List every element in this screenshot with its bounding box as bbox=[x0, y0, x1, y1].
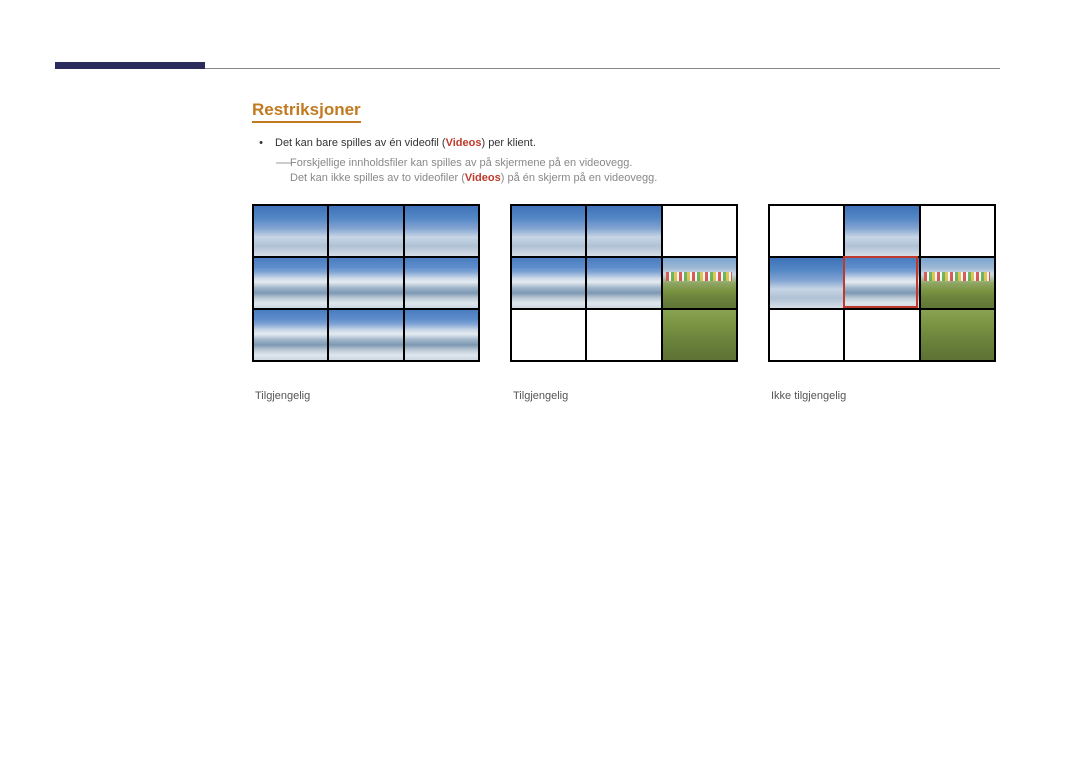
bullet-item: • Det kan bare spilles av én videofil (V… bbox=[252, 137, 1010, 149]
grid-col-1: Tilgjengelig bbox=[252, 204, 480, 402]
grid-cell bbox=[663, 206, 736, 256]
caption-available-1: Tilgjengelig bbox=[252, 390, 480, 402]
videowall-grid-available-2 bbox=[510, 204, 738, 362]
grid-cell bbox=[770, 206, 843, 256]
grid-cell bbox=[845, 310, 918, 360]
grid-row: Tilgjengelig Tilgjengelig bbox=[252, 204, 1010, 402]
grid-cell bbox=[663, 310, 736, 360]
grid-cell bbox=[770, 310, 843, 360]
bullet-prefix: Det kan bare spilles av én videofil ( bbox=[275, 137, 446, 149]
sub2-prefix: Det kan ikke spilles av to videofiler ( bbox=[290, 172, 465, 184]
bullet-dot: • bbox=[255, 137, 267, 149]
grid-cell bbox=[587, 310, 660, 360]
header-blue-marker bbox=[55, 62, 205, 69]
grid-cell bbox=[845, 206, 918, 256]
grid-cell bbox=[587, 258, 660, 308]
section-heading: Restriksjoner bbox=[252, 100, 361, 123]
grid-cell bbox=[329, 310, 402, 360]
grid-col-3: Ikke tilgjengelig bbox=[768, 204, 996, 402]
grid-cell bbox=[512, 310, 585, 360]
sub-note-1: ― Forskjellige innholdsfiler kan spilles… bbox=[290, 157, 1010, 169]
grid-cell bbox=[845, 258, 918, 308]
grid-cell bbox=[921, 310, 994, 360]
grid-cell bbox=[254, 206, 327, 256]
grid-cell bbox=[405, 206, 478, 256]
grid-cell bbox=[770, 258, 843, 308]
grid-cell bbox=[921, 258, 994, 308]
sub-note-1-text: Forskjellige innholdsfiler kan spilles a… bbox=[290, 157, 632, 169]
grid-cell bbox=[921, 206, 994, 256]
videowall-grid-unavailable bbox=[768, 204, 996, 362]
videos-word-2: Videos bbox=[465, 172, 501, 184]
grid-cell bbox=[663, 258, 736, 308]
bullet-suffix: ) per klient. bbox=[481, 137, 535, 149]
videos-word: Videos bbox=[446, 137, 482, 149]
grid-cell bbox=[405, 310, 478, 360]
grid-cell bbox=[329, 258, 402, 308]
bullet-text: Det kan bare spilles av én videofil (Vid… bbox=[275, 137, 536, 149]
grid-cell bbox=[512, 206, 585, 256]
grid-cell bbox=[254, 258, 327, 308]
grid-cell bbox=[329, 206, 402, 256]
grid-cell bbox=[587, 206, 660, 256]
grid-col-2: Tilgjengelig bbox=[510, 204, 738, 402]
grid-cell bbox=[254, 310, 327, 360]
sub-note-2: Det kan ikke spilles av to videofiler (V… bbox=[290, 172, 1010, 184]
videowall-grid-available-1 bbox=[252, 204, 480, 362]
grid-cell bbox=[512, 258, 585, 308]
caption-available-2: Tilgjengelig bbox=[510, 390, 738, 402]
sub2-suffix: ) på én skjerm på en videovegg. bbox=[501, 172, 658, 184]
content-area: Restriksjoner • Det kan bare spilles av … bbox=[252, 100, 1010, 402]
caption-unavailable: Ikke tilgjengelig bbox=[768, 390, 996, 402]
grid-cell bbox=[405, 258, 478, 308]
dash-icon: ― bbox=[276, 154, 291, 171]
